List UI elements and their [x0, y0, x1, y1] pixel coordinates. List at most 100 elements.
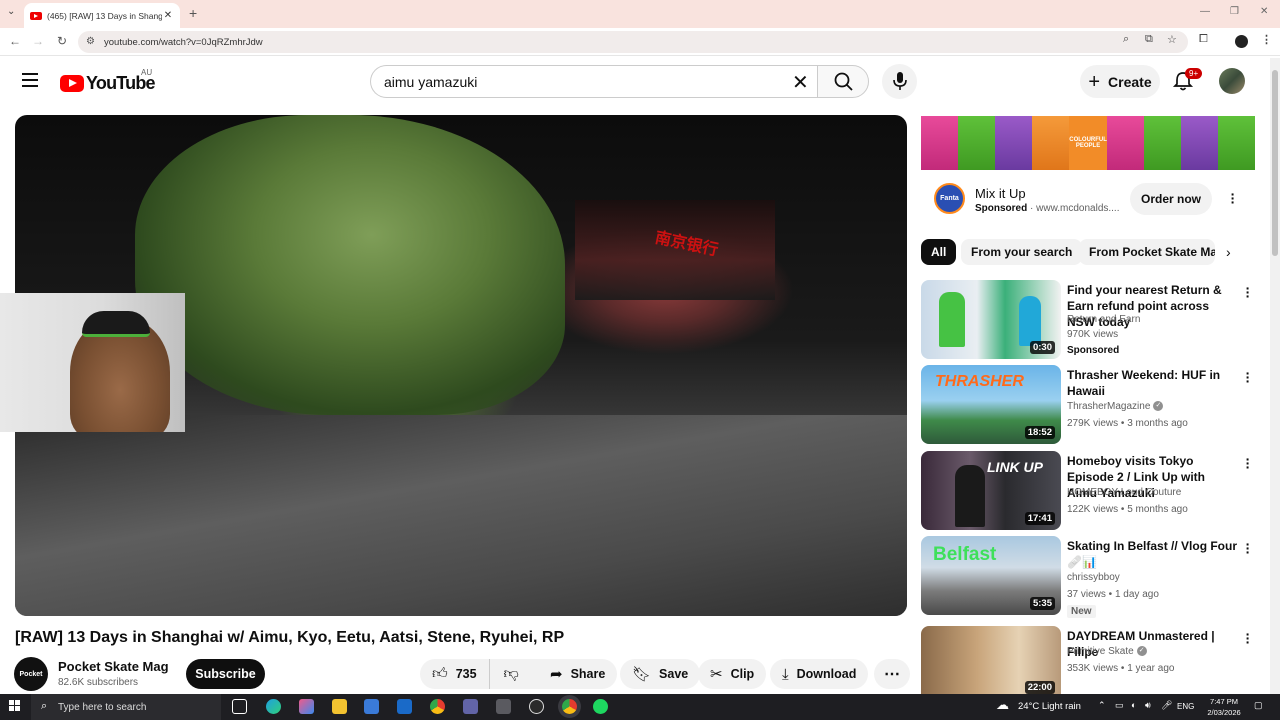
guide-menu-icon[interactable] — [22, 73, 38, 87]
share-button[interactable]: ➦ Share — [538, 659, 618, 689]
window-minimize-icon[interactable]: — — [1200, 6, 1210, 17]
task-view-icon[interactable] — [232, 699, 247, 714]
channel-name[interactable]: Primitive Skate — [1067, 646, 1134, 657]
bookmark-star-icon[interactable]: ☆ — [1167, 33, 1177, 46]
tray-chevron-icon[interactable]: ⌃ — [1098, 700, 1106, 711]
video-title-link[interactable]: Thrasher Weekend: HUF in Hawaii — [1067, 367, 1237, 399]
more-options-icon[interactable]: · · · — [1242, 537, 1254, 559]
tray-app-icon[interactable]: ◐ — [1131, 700, 1136, 710]
edge-browser-icon[interactable] — [266, 699, 281, 714]
zoom-icon[interactable]: ⌕ — [1123, 33, 1129, 46]
list-item[interactable]: THRASHER 18:52 Thrasher Weekend: HUF in … — [921, 365, 1261, 445]
more-options-icon[interactable]: · · · — [1242, 452, 1254, 474]
video-duration: 18:52 — [1024, 426, 1055, 439]
extensions-icon[interactable]: ⧠ — [1199, 33, 1208, 46]
volume-icon[interactable]: 🔊︎ — [1145, 700, 1151, 711]
banner-bottle-green — [958, 116, 996, 170]
weather-text[interactable]: 24°C Light rain — [1018, 701, 1081, 712]
install-app-icon[interactable]: ⧉ — [1145, 33, 1153, 46]
advertiser-logo[interactable]: Fanta — [934, 183, 965, 214]
video-thumbnail[interactable]: Belfast 5:35 — [921, 536, 1061, 615]
tab-search-chevron-icon[interactable]: ⌄ — [7, 6, 15, 17]
video-thumbnail[interactable]: THRASHER 18:52 — [921, 365, 1061, 444]
clip-label: Clip — [730, 667, 755, 681]
window-restore-icon[interactable]: ❐ — [1230, 6, 1239, 17]
browser-menu-icon[interactable]: ⋮ — [1261, 33, 1272, 46]
new-tab-plus-icon[interactable]: + — [189, 5, 197, 21]
clip-button[interactable]: ✂ Clip — [698, 659, 767, 689]
list-item[interactable]: Belfast 5:35 Skating In Belfast // Vlog … — [921, 536, 1261, 618]
channel-name[interactable]: Pocket Skate Mag — [58, 659, 169, 674]
outlook-icon[interactable] — [397, 699, 412, 714]
file-explorer-icon[interactable] — [332, 699, 347, 714]
spotify-icon[interactable] — [593, 699, 608, 714]
network-icon[interactable]: ▭ — [1115, 700, 1124, 711]
site-info-icon[interactable]: ⚙ — [86, 36, 95, 47]
youtube-logo[interactable]: YouTube AU — [60, 68, 156, 94]
copilot-icon[interactable] — [299, 699, 314, 714]
store-icon[interactable] — [364, 699, 379, 714]
app-icon[interactable] — [496, 699, 511, 714]
order-now-button[interactable]: Order now — [1130, 183, 1212, 215]
more-actions-button[interactable]: ⋯ — [874, 659, 910, 689]
ad-title[interactable]: Mix it Up — [975, 186, 1026, 201]
chip-from-your-search[interactable]: From your search — [961, 239, 1083, 265]
more-options-icon[interactable]: · · · — [1242, 627, 1254, 649]
windows-start-icon[interactable] — [9, 700, 21, 712]
more-options-icon[interactable]: · · · — [1242, 366, 1254, 388]
input-language[interactable]: ENG — [1177, 702, 1194, 711]
forward-arrow-icon[interactable]: → — [30, 34, 46, 48]
list-item[interactable]: LINK UP 17:41 Homeboy visits Tokyo Episo… — [921, 451, 1261, 531]
channel-line: Primitive Skate ✓ — [1067, 646, 1147, 657]
dislike-button[interactable]: 👎︎ — [490, 665, 533, 683]
channel-name[interactable]: Return and Earn — [1067, 314, 1140, 325]
voice-search-button[interactable] — [882, 64, 917, 99]
scrollbar-thumb[interactable] — [1272, 70, 1278, 256]
video-title-link[interactable]: Skating In Belfast // Vlog Four 🩹📊 — [1067, 538, 1237, 570]
account-avatar[interactable] — [1219, 68, 1245, 94]
subscribe-button[interactable]: Subscribe — [186, 659, 265, 689]
back-arrow-icon[interactable]: ← — [7, 34, 23, 48]
save-button[interactable]: 🔖︎ Save — [620, 659, 701, 689]
channel-name[interactable]: ThrasherMagazine — [1067, 401, 1150, 412]
address-bar[interactable]: ⚙ youtube.com/watch?v=0JqRZmhrJdw — [78, 31, 1188, 53]
chrome-icon[interactable] — [430, 699, 445, 714]
channel-name[interactable]: chrissybboy — [1067, 572, 1120, 583]
clear-search-icon[interactable]: ✕ — [792, 70, 809, 95]
taskbar-clock[interactable]: 7:47 PM 2/03/2026 — [1202, 696, 1246, 718]
list-item[interactable]: 0:30 Find your nearest Return & Earn ref… — [921, 280, 1261, 360]
chevron-right-icon[interactable]: › — [1226, 244, 1231, 260]
video-thumbnail[interactable]: LINK UP 17:41 — [921, 451, 1061, 530]
teams-icon[interactable] — [463, 699, 478, 714]
taskbar-search-box[interactable]: ⌕ Type here to search — [31, 694, 221, 720]
tab-close-icon[interactable]: ✕ — [162, 10, 174, 21]
more-options-icon[interactable]: · · · — [1242, 281, 1254, 303]
ad-banner-image[interactable]: COLOURFUL PEOPLE — [921, 116, 1256, 170]
browser-tab-active[interactable]: (465) [RAW] 13 Days in Shanghai w/ Aimu,… — [24, 3, 180, 28]
download-button[interactable]: ⤓ Download — [770, 659, 869, 689]
chrome-active-icon[interactable] — [562, 699, 577, 714]
notifications-center-icon[interactable]: ▢ — [1254, 700, 1263, 711]
microphone-icon — [893, 72, 907, 90]
channel-name[interactable]: HOMEBOY Loud Couture — [1067, 487, 1181, 498]
share-arrow-icon: ➦ — [550, 666, 563, 683]
window-close-icon[interactable]: ✕ — [1260, 6, 1268, 17]
channel-avatar[interactable]: Pocket — [14, 657, 48, 691]
search-button[interactable] — [817, 65, 869, 98]
reload-icon[interactable]: ↻ — [54, 34, 70, 48]
video-thumbnail[interactable]: 22:00 — [921, 626, 1061, 694]
like-button[interactable]: 👍︎ 735 — [420, 659, 490, 689]
create-button[interactable]: + Create — [1080, 65, 1160, 98]
video-stats: 37 views • 1 day ago — [1067, 589, 1159, 600]
chip-from-channel[interactable]: From Pocket Skate Mag — [1079, 239, 1215, 265]
ad-more-icon[interactable]: · · · — [1227, 187, 1239, 209]
list-item[interactable]: 22:00 DAYDREAM Unmastered | Filipe Primi… — [921, 626, 1261, 694]
create-label: Create — [1108, 73, 1152, 90]
chip-all[interactable]: All — [921, 239, 957, 265]
capture-icon[interactable] — [529, 699, 544, 714]
profile-icon[interactable] — [1235, 35, 1248, 48]
mic-tray-icon[interactable]: 🎤︎ — [1161, 700, 1172, 711]
banner-bottle-magenta-2 — [1106, 116, 1144, 170]
video-thumbnail[interactable]: 0:30 — [921, 280, 1061, 359]
search-input[interactable]: aimu yamazuki — [370, 65, 818, 98]
